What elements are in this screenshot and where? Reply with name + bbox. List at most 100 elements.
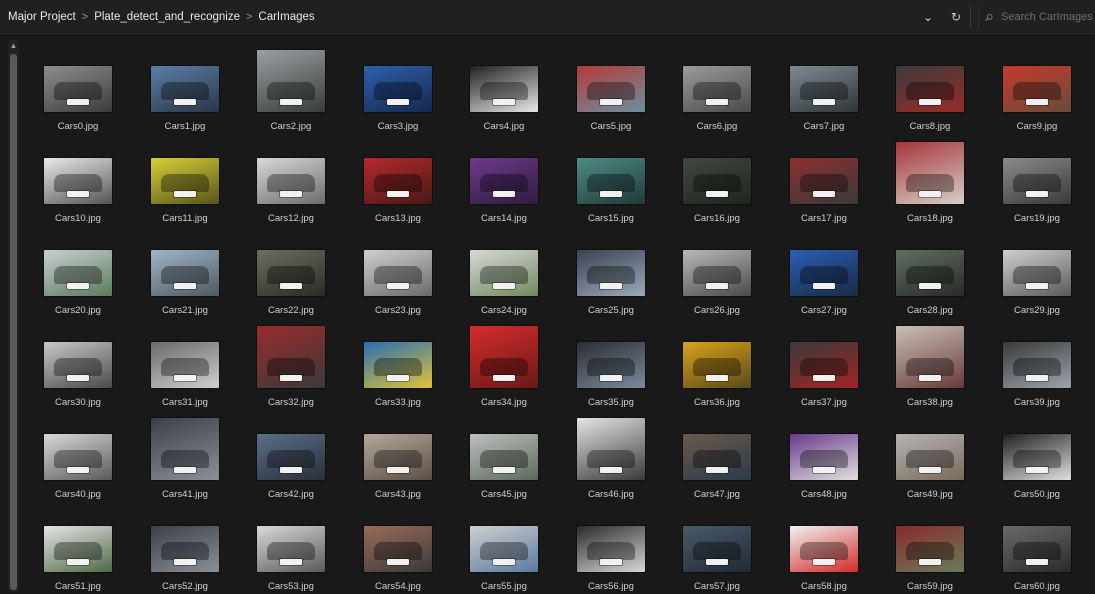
file-item[interactable]: Cars13.jpg [350, 132, 446, 226]
file-item[interactable]: Cars25.jpg [563, 224, 659, 318]
file-item[interactable]: Cars39.jpg [989, 316, 1085, 410]
car-shape [480, 82, 528, 100]
file-item[interactable]: Cars37.jpg [776, 316, 872, 410]
chevron-right-icon: > [245, 11, 253, 23]
file-item[interactable]: Cars60.jpg [989, 500, 1085, 594]
file-item[interactable]: Cars54.jpg [350, 500, 446, 594]
search-input[interactable] [999, 10, 1095, 24]
license-plate-shape [1026, 191, 1048, 197]
image-thumbnail [1003, 250, 1071, 296]
scrollbar-thumb[interactable] [10, 54, 17, 590]
file-item[interactable]: Cars23.jpg [350, 224, 446, 318]
file-name: Cars53.jpg [268, 581, 314, 592]
file-item[interactable]: Cars57.jpg [669, 500, 765, 594]
file-item[interactable]: Cars43.jpg [350, 408, 446, 502]
car-shape [161, 358, 209, 376]
search-box[interactable] [978, 5, 1095, 29]
file-name: Cars34.jpg [481, 397, 527, 408]
file-item[interactable]: Cars6.jpg [669, 40, 765, 134]
file-item[interactable]: Cars45.jpg [456, 408, 552, 502]
file-item[interactable]: Cars46.jpg [563, 408, 659, 502]
car-shape [267, 358, 315, 376]
file-item[interactable]: Cars38.jpg [882, 316, 978, 410]
file-name: Cars51.jpg [55, 581, 101, 592]
file-item[interactable]: Cars16.jpg [669, 132, 765, 226]
file-item[interactable]: Cars59.jpg [882, 500, 978, 594]
file-item[interactable]: Cars22.jpg [243, 224, 339, 318]
file-item[interactable]: Cars35.jpg [563, 316, 659, 410]
file-item[interactable]: Cars18.jpg [882, 132, 978, 226]
file-item[interactable]: Cars5.jpg [563, 40, 659, 134]
file-item[interactable]: Cars48.jpg [776, 408, 872, 502]
breadcrumb-item-plate-detect[interactable]: Plate_detect_and_recognize [94, 11, 240, 23]
image-thumbnail [1003, 342, 1071, 388]
license-plate-shape [919, 559, 941, 565]
file-item[interactable]: Cars19.jpg [989, 132, 1085, 226]
file-name: Cars10.jpg [55, 213, 101, 224]
image-thumbnail [790, 434, 858, 480]
file-item[interactable]: Cars40.jpg [30, 408, 126, 502]
file-name: Cars48.jpg [801, 489, 847, 500]
file-item[interactable]: Cars7.jpg [776, 40, 872, 134]
image-thumbnail [151, 158, 219, 204]
file-item[interactable]: Cars32.jpg [243, 316, 339, 410]
file-item[interactable]: Cars24.jpg [456, 224, 552, 318]
file-item[interactable]: Cars17.jpg [776, 132, 872, 226]
file-name: Cars2.jpg [270, 121, 312, 132]
recent-locations-button[interactable]: ⌄ [918, 8, 938, 26]
license-plate-shape [387, 283, 409, 289]
file-name: Cars47.jpg [694, 489, 740, 500]
file-item[interactable]: Cars30.jpg [30, 316, 126, 410]
file-name: Cars39.jpg [1014, 397, 1060, 408]
vertical-scrollbar[interactable]: ▲ [8, 40, 19, 592]
car-shape [1013, 82, 1061, 100]
car-shape [161, 174, 209, 192]
file-item[interactable]: Cars9.jpg [989, 40, 1085, 134]
file-item[interactable]: Cars49.jpg [882, 408, 978, 502]
car-shape [267, 266, 315, 284]
file-name: Cars19.jpg [1014, 213, 1060, 224]
file-item[interactable]: Cars27.jpg [776, 224, 872, 318]
file-item[interactable]: Cars15.jpg [563, 132, 659, 226]
file-item[interactable]: Cars34.jpg [456, 316, 552, 410]
refresh-button[interactable]: ↻ [946, 8, 966, 26]
file-item[interactable]: Cars50.jpg [989, 408, 1085, 502]
scroll-up-arrow-icon[interactable]: ▲ [8, 40, 19, 52]
file-item[interactable]: Cars8.jpg [882, 40, 978, 134]
file-item[interactable]: Cars31.jpg [137, 316, 233, 410]
file-item[interactable]: Cars14.jpg [456, 132, 552, 226]
file-item[interactable]: Cars20.jpg [30, 224, 126, 318]
license-plate-shape [813, 283, 835, 289]
file-item[interactable]: Cars42.jpg [243, 408, 339, 502]
breadcrumb-item-carimages[interactable]: CarImages [258, 11, 314, 23]
car-shape [267, 542, 315, 560]
breadcrumb-item-major-project[interactable]: Major Project [8, 11, 76, 23]
file-item[interactable]: Cars0.jpg [30, 40, 126, 134]
license-plate-shape [280, 375, 302, 381]
file-item[interactable]: Cars28.jpg [882, 224, 978, 318]
file-item[interactable]: Cars1.jpg [137, 40, 233, 134]
file-item[interactable]: Cars36.jpg [669, 316, 765, 410]
file-item[interactable]: Cars11.jpg [137, 132, 233, 226]
file-item[interactable]: Cars2.jpg [243, 40, 339, 134]
license-plate-shape [706, 283, 728, 289]
file-item[interactable]: Cars52.jpg [137, 500, 233, 594]
file-item[interactable]: Cars55.jpg [456, 500, 552, 594]
file-item[interactable]: Cars56.jpg [563, 500, 659, 594]
file-item[interactable]: Cars12.jpg [243, 132, 339, 226]
file-item[interactable]: Cars51.jpg [30, 500, 126, 594]
file-name: Cars52.jpg [162, 581, 208, 592]
file-item[interactable]: Cars26.jpg [669, 224, 765, 318]
file-item[interactable]: Cars10.jpg [30, 132, 126, 226]
file-item[interactable]: Cars58.jpg [776, 500, 872, 594]
file-item[interactable]: Cars29.jpg [989, 224, 1085, 318]
file-item[interactable]: Cars21.jpg [137, 224, 233, 318]
file-item[interactable]: Cars33.jpg [350, 316, 446, 410]
file-item[interactable]: Cars41.jpg [137, 408, 233, 502]
car-shape [1013, 358, 1061, 376]
file-item[interactable]: Cars4.jpg [456, 40, 552, 134]
file-item[interactable]: Cars3.jpg [350, 40, 446, 134]
file-item[interactable]: Cars53.jpg [243, 500, 339, 594]
chevron-down-icon: ⌄ [922, 10, 934, 24]
file-item[interactable]: Cars47.jpg [669, 408, 765, 502]
